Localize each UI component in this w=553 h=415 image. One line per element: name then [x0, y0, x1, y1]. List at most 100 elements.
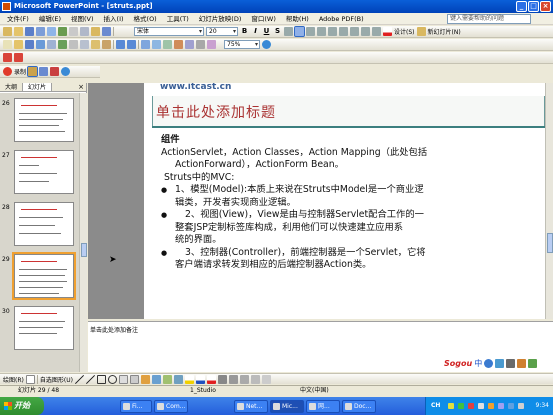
dash-style-icon[interactable]: [228, 374, 238, 384]
close-button[interactable]: ×: [540, 1, 551, 12]
slide-body-text[interactable]: 组件 ActionServlet，Action Classes，Action M…: [161, 134, 531, 272]
format-painter-icon[interactable]: [102, 40, 111, 49]
font-color-icon[interactable]: [383, 27, 392, 36]
taskbar-button[interactable]: Doc...: [342, 399, 376, 413]
menu-view[interactable]: 视图(V): [66, 13, 99, 25]
open-folder-icon[interactable]: [14, 40, 23, 49]
new-slide-button[interactable]: 新幻灯片(N): [428, 27, 461, 36]
grayscale-icon[interactable]: [207, 40, 216, 49]
diagram-icon[interactable]: [151, 374, 161, 384]
taskbar-button[interactable]: 网...: [306, 399, 340, 413]
italic-button[interactable]: I: [251, 27, 260, 36]
menu-file[interactable]: 文件(F): [2, 13, 34, 25]
clock[interactable]: 9:34: [536, 397, 549, 415]
font-select[interactable]: 宋体: [134, 27, 204, 36]
menu-insert[interactable]: 插入(I): [99, 13, 129, 25]
skin-icon[interactable]: [517, 358, 527, 368]
spelling-icon[interactable]: [58, 27, 67, 36]
tray-icon[interactable]: [448, 403, 454, 409]
line-icon[interactable]: [74, 374, 84, 384]
open-icon[interactable]: [14, 27, 23, 36]
insert-table-icon[interactable]: [152, 40, 161, 49]
paste-icon[interactable]: [91, 27, 100, 36]
notes-placeholder[interactable]: 单击此处添加备注: [90, 325, 138, 334]
expand-all-icon[interactable]: [185, 40, 194, 49]
rectangle-icon[interactable]: [96, 374, 106, 384]
tab-outline[interactable]: 大纲: [0, 83, 24, 91]
redo-arrow-icon[interactable]: [127, 40, 136, 49]
taskbar-button-active[interactable]: Mic...: [270, 399, 304, 413]
spell-check-icon[interactable]: [58, 40, 67, 49]
bold-button[interactable]: B: [240, 27, 249, 36]
textbox-icon[interactable]: [118, 374, 128, 384]
slide-thumbnail-row[interactable]: 27: [0, 150, 79, 200]
moon-icon[interactable]: [484, 358, 494, 368]
slide-thumbnail[interactable]: [14, 306, 74, 350]
slide-thumbnail-row[interactable]: 30: [0, 306, 79, 356]
undo-icon[interactable]: [102, 27, 111, 36]
email-icon[interactable]: [36, 40, 45, 49]
punctuation-icon[interactable]: [495, 358, 505, 368]
record-button[interactable]: 录制: [14, 67, 26, 76]
restore-button[interactable]: □: [528, 1, 539, 12]
shadow-style-icon[interactable]: [250, 374, 260, 384]
copy-pages-icon[interactable]: [80, 40, 89, 49]
autoshapes-button[interactable]: 自选图形(U): [40, 375, 73, 384]
menu-tools[interactable]: 工具(T): [162, 13, 194, 25]
increase-font-icon[interactable]: [339, 27, 348, 36]
help-search-input[interactable]: 键入需要帮助的问题: [447, 14, 531, 24]
scrollbar-thumb[interactable]: [547, 233, 553, 253]
taskbar-button[interactable]: Com...: [154, 399, 188, 413]
input-language[interactable]: CH: [431, 397, 440, 415]
font-size-select[interactable]: 20: [206, 27, 238, 36]
menu-adobe-pdf[interactable]: Adobe PDF(B): [314, 13, 369, 25]
zoom-select[interactable]: 75%: [224, 40, 260, 49]
tray-icon[interactable]: [498, 403, 504, 409]
slide-scrollbar[interactable]: [545, 83, 553, 319]
pointer-icon[interactable]: [39, 67, 49, 76]
fill-color-icon[interactable]: [184, 374, 194, 384]
save-icon[interactable]: [25, 27, 34, 36]
tools-icon[interactable]: [528, 358, 538, 368]
preview-icon[interactable]: [47, 27, 56, 36]
design-button[interactable]: 设计(S): [394, 27, 415, 36]
cut-scissors-icon[interactable]: [69, 40, 78, 49]
insert-image-icon[interactable]: [163, 40, 172, 49]
align-center-icon[interactable]: [294, 26, 305, 37]
pane-close-icon[interactable]: ×: [78, 83, 84, 92]
arrow-style-icon[interactable]: [239, 374, 249, 384]
keyboard-icon[interactable]: [506, 358, 516, 368]
menu-help[interactable]: 帮助(H): [281, 13, 314, 25]
draw-menu-button[interactable]: 绘图(R): [3, 375, 24, 384]
shadow-button[interactable]: S: [273, 27, 282, 36]
tray-icon[interactable]: [518, 403, 524, 409]
slide-canvas[interactable]: www.itcast.cn 单击此处添加标题 组件 ActionServlet，…: [144, 83, 545, 319]
numbering-icon[interactable]: [317, 27, 326, 36]
line-style-icon[interactable]: [217, 374, 227, 384]
oval-icon[interactable]: [107, 374, 117, 384]
slide-thumbnail[interactable]: [14, 202, 74, 246]
paste-clipboard-icon[interactable]: [91, 40, 100, 49]
slide-thumbnail-row[interactable]: 29: [0, 252, 79, 304]
new-document-icon[interactable]: [3, 40, 12, 49]
tray-icon[interactable]: [468, 403, 474, 409]
tray-icon[interactable]: [508, 403, 514, 409]
cut-icon[interactable]: [69, 27, 78, 36]
pdf-email-icon[interactable]: [14, 53, 23, 62]
align-left-icon[interactable]: [284, 27, 293, 36]
line-color-icon[interactable]: [195, 374, 205, 384]
print-icon[interactable]: [36, 27, 45, 36]
taskbar-button[interactable]: Net...: [234, 399, 268, 413]
bullets-icon[interactable]: [328, 27, 337, 36]
arrow-icon[interactable]: [85, 374, 95, 384]
align-right-icon[interactable]: [306, 27, 315, 36]
wordart-icon[interactable]: [140, 374, 150, 384]
taskbar-button[interactable]: Fi...: [120, 399, 152, 413]
scrollbar-thumb[interactable]: [81, 243, 87, 257]
minimize-button[interactable]: _: [516, 1, 527, 12]
ime-mode[interactable]: 中: [474, 358, 482, 369]
tray-icon[interactable]: [478, 403, 484, 409]
slide-thumbnail[interactable]: [14, 150, 74, 194]
folder-icon[interactable]: [50, 67, 60, 76]
tab-slides[interactable]: 幻灯片: [23, 83, 53, 91]
